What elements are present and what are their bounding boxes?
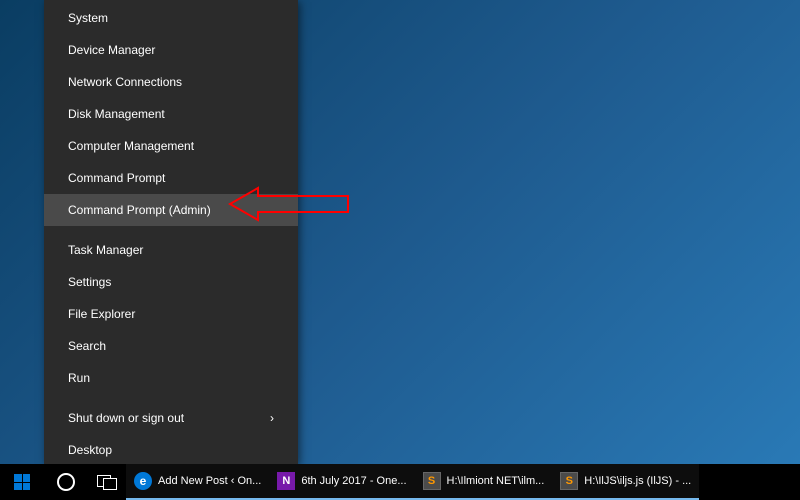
taskbar-app-label: 6th July 2017 - One... <box>301 475 406 487</box>
sublime-icon: S <box>423 472 441 490</box>
menu-item-settings[interactable]: Settings <box>44 266 298 298</box>
taskbar-app-label: Add New Post ‹ On... <box>158 475 261 487</box>
menu-label: System <box>68 11 108 25</box>
menu-item-command-prompt[interactable]: Command Prompt <box>44 162 298 194</box>
menu-item-shutdown[interactable]: Shut down or sign out › <box>44 402 298 434</box>
chevron-right-icon: › <box>270 411 274 425</box>
menu-item-system[interactable]: System <box>44 2 298 34</box>
menu-item-network-connections[interactable]: Network Connections <box>44 66 298 98</box>
menu-label: File Explorer <box>68 307 135 321</box>
taskbar-app-sublime-1[interactable]: S H:\Ilmiont NET\ilm... <box>415 464 553 500</box>
taskbar-app-label: H:\IlJS\iljs.js (IlJS) - ... <box>584 475 691 487</box>
menu-item-computer-management[interactable]: Computer Management <box>44 130 298 162</box>
menu-label: Run <box>68 371 90 385</box>
task-view-icon <box>97 475 117 489</box>
menu-label: Computer Management <box>68 139 194 153</box>
menu-item-run[interactable]: Run <box>44 362 298 394</box>
menu-item-file-explorer[interactable]: File Explorer <box>44 298 298 330</box>
sublime-icon: S <box>560 472 578 490</box>
onenote-icon: N <box>277 472 295 490</box>
menu-item-command-prompt-admin[interactable]: Command Prompt (Admin) <box>44 194 298 226</box>
menu-label: Desktop <box>68 443 112 457</box>
taskbar: e Add New Post ‹ On... N 6th July 2017 -… <box>0 464 800 500</box>
edge-icon: e <box>134 472 152 490</box>
menu-label: Disk Management <box>68 107 165 121</box>
taskbar-app-edge[interactable]: e Add New Post ‹ On... <box>126 464 269 500</box>
menu-label: Command Prompt (Admin) <box>68 203 211 217</box>
menu-item-desktop[interactable]: Desktop <box>44 434 298 466</box>
cortana-icon <box>57 473 75 491</box>
winx-power-menu: System Device Manager Network Connection… <box>44 0 298 464</box>
taskbar-app-sublime-2[interactable]: S H:\IlJS\iljs.js (IlJS) - ... <box>552 464 699 500</box>
windows-logo-icon <box>14 474 30 490</box>
menu-label: Command Prompt <box>68 171 165 185</box>
menu-label: Settings <box>68 275 111 289</box>
menu-label: Shut down or sign out <box>68 411 184 425</box>
menu-item-device-manager[interactable]: Device Manager <box>44 34 298 66</box>
menu-label: Device Manager <box>68 43 155 57</box>
task-view-button[interactable] <box>88 464 126 500</box>
menu-item-search[interactable]: Search <box>44 330 298 362</box>
taskbar-app-label: H:\Ilmiont NET\ilm... <box>447 475 545 487</box>
menu-label: Network Connections <box>68 75 182 89</box>
menu-label: Search <box>68 339 106 353</box>
menu-item-disk-management[interactable]: Disk Management <box>44 98 298 130</box>
start-button[interactable] <box>0 464 44 500</box>
cortana-button[interactable] <box>44 464 88 500</box>
taskbar-app-onenote[interactable]: N 6th July 2017 - One... <box>269 464 414 500</box>
menu-item-task-manager[interactable]: Task Manager <box>44 234 298 266</box>
menu-label: Task Manager <box>68 243 143 257</box>
